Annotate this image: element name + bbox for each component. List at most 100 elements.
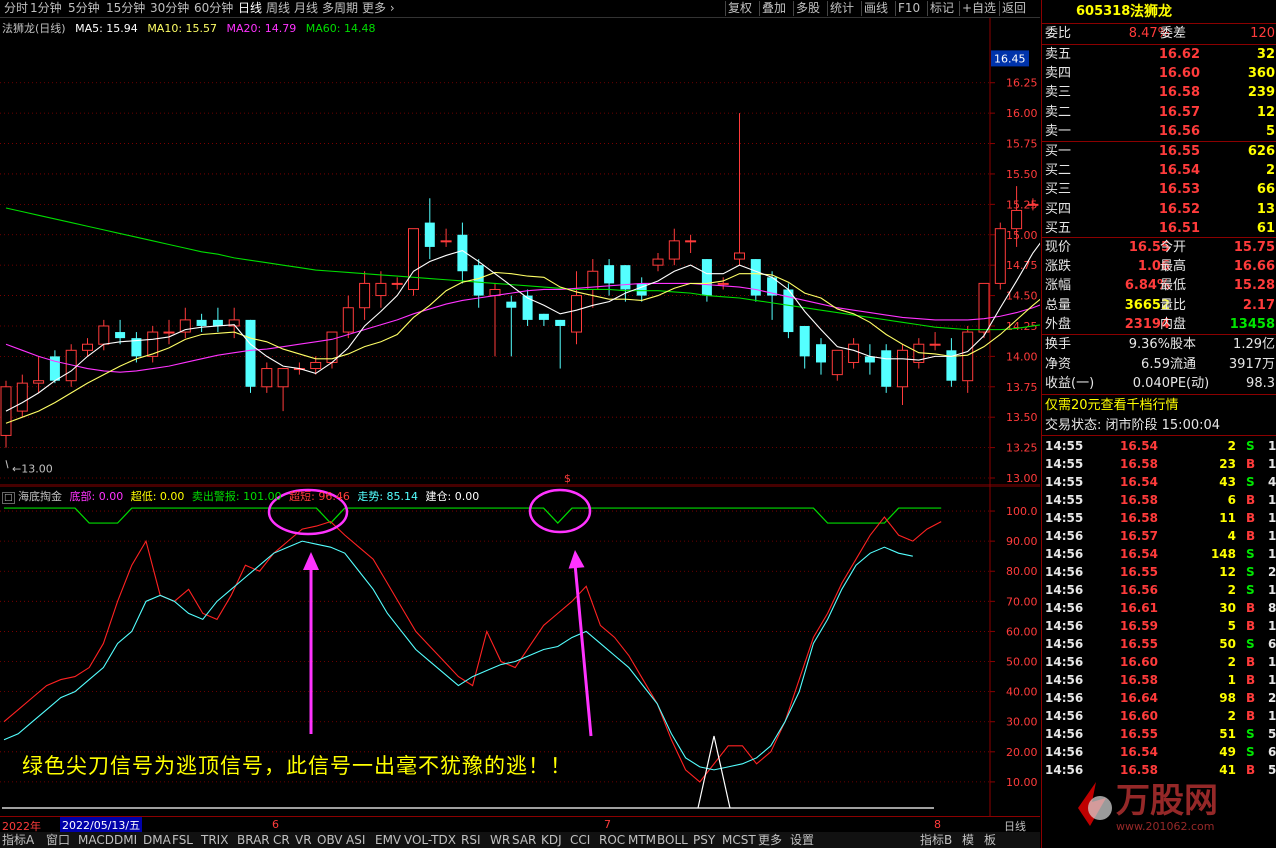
candle-24	[391, 277, 403, 290]
menu-1[interactable]: 1分钟	[30, 0, 62, 17]
date-axis: 2022年 2022/05/13/五 6 7 8 日线	[0, 816, 1040, 833]
menu-right-5[interactable]: F10	[898, 0, 920, 17]
tick-row: 14:56 16.55 51 S 5	[1045, 727, 1276, 741]
tab-19[interactable]: ROC	[599, 832, 625, 848]
menu-right-6[interactable]: 标记	[930, 0, 954, 17]
tab-15[interactable]: WR	[490, 832, 510, 848]
menu-0[interactable]: 分时	[4, 0, 28, 17]
candle-7	[115, 319, 126, 345]
weicha-value: 120	[1250, 26, 1275, 41]
menu-3[interactable]: 15分钟	[106, 0, 145, 17]
candle-22	[359, 271, 371, 320]
tick-row: 14:56 16.61 30 B 8	[1045, 601, 1276, 615]
level-row[interactable]: 卖四 16.60 360	[1042, 64, 1276, 83]
indicator-legend: □ 海底掏金 底部: 0.00 超低: 0.00 卖出警报: 101.00 超短…	[2, 488, 479, 504]
tab-3[interactable]: DMI	[114, 832, 137, 848]
candle-17	[277, 368, 289, 412]
share-row: 收益(一) 0.040 PE(动) 98.3	[1045, 376, 1275, 391]
tab-17[interactable]: KDJ	[541, 832, 562, 848]
tick-row: 14:55 16.54 2 S 1	[1045, 439, 1276, 453]
menu-right-3[interactable]: 统计	[830, 0, 854, 17]
tab-14[interactable]: RSI	[461, 832, 481, 848]
main-legend: 法狮龙(日线) MA5: 15.94 MA10: 15.57 MA20: 14.…	[2, 20, 375, 36]
candle-10	[163, 319, 175, 345]
tab-12[interactable]: EMV	[375, 832, 401, 848]
tick-row: 14:56 16.54 49 S 6	[1045, 745, 1276, 759]
tab-18[interactable]: CCI	[570, 832, 590, 848]
tab-7[interactable]: BRAR	[237, 832, 270, 848]
tab-13[interactable]: VOL-TDX	[404, 832, 456, 848]
tab-right-0[interactable]: 指标B	[920, 832, 952, 848]
candle-49	[799, 325, 810, 369]
menu-10[interactable]: 更多 ›	[362, 0, 395, 17]
candle-2	[33, 356, 45, 393]
tab-10[interactable]: OBV	[317, 832, 343, 848]
level-row[interactable]: 卖二 16.57 12	[1042, 103, 1276, 122]
menu-right-2[interactable]: 多股	[796, 0, 820, 17]
tab-6[interactable]: TRIX	[201, 832, 228, 848]
level-row[interactable]: 买四 16.52 13	[1042, 200, 1276, 219]
ind-tick-9: 10.00	[1006, 776, 1038, 789]
level-row[interactable]: 买二 16.54 2	[1042, 161, 1276, 180]
tick-row: 14:55 16.58 23 B 1	[1045, 457, 1276, 471]
tab-11[interactable]: ASI	[346, 832, 365, 848]
tab-23[interactable]: MCST	[722, 832, 756, 848]
watermark-url: www.201062.com	[1116, 820, 1214, 833]
tab-right-1[interactable]: 模	[962, 832, 974, 848]
legend-ma10: MA10: 15.57	[147, 22, 218, 35]
tab-9[interactable]: VR	[295, 832, 312, 848]
tab-0[interactable]: 指标A	[2, 832, 34, 848]
menu-9[interactable]: 多周期	[322, 0, 358, 17]
tab-1[interactable]: 窗口	[46, 832, 70, 848]
menu-2[interactable]: 5分钟	[68, 0, 100, 17]
period-menu-bar: 分时 1分钟 5分钟 15分钟 30分钟 60分钟 日线 周线 月线 多周期 更多 › 复权 叠加 多股统…	[0, 0, 1040, 18]
menu-4[interactable]: 30分钟	[150, 0, 189, 17]
collapse-icon[interactable]: □	[2, 492, 15, 504]
level-row[interactable]: 买一 16.55 626	[1042, 142, 1276, 161]
tab-20[interactable]: MTM	[628, 832, 656, 848]
level-row[interactable]: 卖三 16.58 239	[1042, 83, 1276, 102]
level-row[interactable]: 买三 16.53 66	[1042, 180, 1276, 199]
ind-tick-2: 80.00	[1006, 565, 1038, 578]
tick-row: 14:56 16.56 2 S 1	[1045, 583, 1276, 597]
share-row: 换手 9.36% 股本 1.29亿	[1045, 337, 1275, 352]
menu-8[interactable]: 月线	[294, 0, 318, 17]
ind-tick-8: 20.00	[1006, 746, 1038, 759]
tab-right-2[interactable]: 板	[984, 832, 996, 848]
tick-row: 14:5616.54148S12	[1045, 547, 1276, 561]
menu-right-7[interactable]: +自选	[962, 0, 996, 17]
candle-45	[734, 113, 745, 266]
candle-30	[489, 283, 501, 357]
menu-7[interactable]: 周线	[266, 0, 290, 17]
level-row[interactable]: 卖一 16.56 5	[1042, 122, 1276, 141]
menu-6[interactable]: 日线	[238, 0, 262, 17]
month-6-label: 6	[272, 818, 279, 831]
watermark-brand: 万股网	[1116, 781, 1218, 821]
tab-4[interactable]: DMA	[143, 832, 171, 848]
menu-right-8[interactable]: 返回	[1002, 0, 1026, 17]
candle-39	[636, 277, 647, 302]
price-tick-1: 16.00	[1006, 107, 1038, 120]
kline-chart[interactable]: 16.25 16.00 15.75 15.50 15.25 15.00 14.75 14.50…	[0, 18, 1169, 486]
menu-5[interactable]: 60分钟	[194, 0, 233, 17]
tab-16[interactable]: SAR	[512, 832, 536, 848]
tab-25[interactable]: 设置	[790, 832, 814, 848]
tab-21[interactable]: BOLL	[657, 832, 688, 848]
tab-5[interactable]: FSL	[172, 832, 193, 848]
tab-2[interactable]: MACD	[78, 832, 114, 848]
tab-24[interactable]: 更多	[758, 832, 782, 848]
menu-right-4[interactable]: 画线	[864, 0, 888, 17]
tab-22[interactable]: PSY	[693, 832, 715, 848]
ind-tick-3: 70.00	[1006, 595, 1038, 608]
menu-right-0[interactable]: 复权	[728, 0, 752, 17]
candle-41	[668, 228, 680, 266]
tab-8[interactable]: CR	[273, 832, 290, 848]
stock-header: 605318 法狮龙	[1042, 2, 1276, 22]
level-row[interactable]: 卖五 16.62 32	[1042, 45, 1276, 64]
menu-right-1[interactable]: 叠加	[762, 0, 786, 17]
candle-11	[179, 307, 191, 339]
level-row[interactable]: 买五 16.51 61	[1042, 219, 1276, 238]
tick-row: 14:56 16.58 1 B 1	[1045, 673, 1276, 687]
promo-link[interactable]: 仅需20元查看千档行情	[1042, 396, 1276, 415]
signal-arrow-1	[303, 552, 319, 734]
